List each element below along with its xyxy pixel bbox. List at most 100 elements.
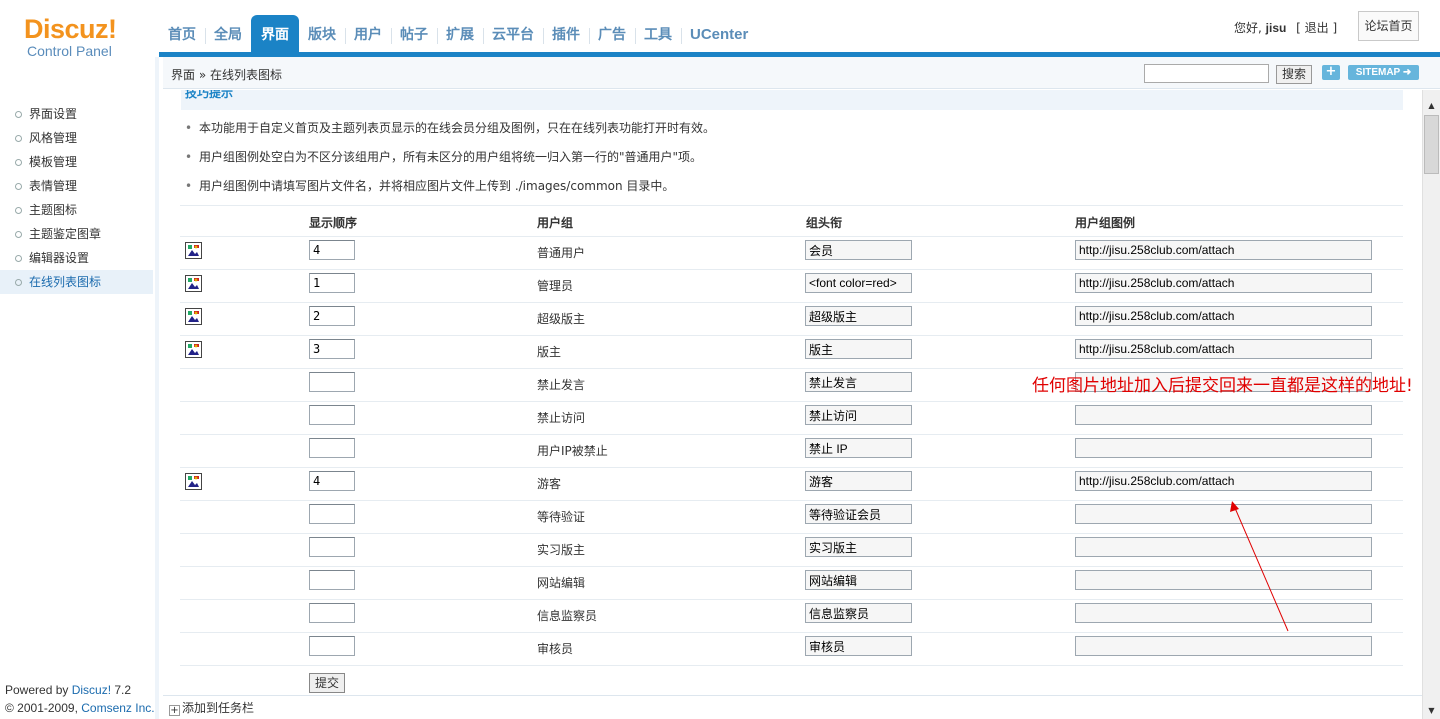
sidebar-item[interactable]: 主题鉴定图章 [0, 222, 153, 246]
logo[interactable]: Discuz! Control Panel [24, 16, 134, 60]
broken-image-icon [185, 275, 202, 292]
table-row: 普通用户 [163, 236, 1422, 269]
group-name: 禁止访问 [537, 411, 586, 425]
nav-tab[interactable]: 云平台 [483, 15, 543, 52]
breadcrumb: 界面 » 在线列表图标 [171, 68, 282, 82]
broken-image-icon [185, 473, 202, 490]
display-order-input[interactable] [309, 306, 355, 326]
sidebar-item[interactable]: 主题图标 [0, 198, 153, 222]
header-stars: 组头衔 [806, 216, 843, 230]
sidebar-item[interactable]: 风格管理 [0, 126, 153, 150]
display-order-input[interactable] [309, 603, 355, 623]
group-name: 禁止发言 [537, 378, 586, 392]
annotation-text: 任何图片地址加入后提交回来一直都是这样的地址! [1032, 376, 1413, 396]
display-order-input[interactable] [309, 537, 355, 557]
submit-button[interactable]: 提交 [309, 673, 345, 693]
group-title-field[interactable] [805, 273, 912, 293]
group-title-field[interactable] [805, 405, 912, 425]
nav-tab[interactable]: 首页 [159, 15, 205, 52]
display-order-input[interactable] [309, 570, 355, 590]
table-row: 用户IP被禁止 [163, 434, 1422, 467]
group-legend-input[interactable] [1075, 240, 1372, 260]
nav-tab[interactable]: 插件 [543, 15, 589, 52]
header: Discuz! Control Panel 首页 全局 界面 版块 用户 帖子 扩展 云平台插… [0, 0, 1440, 60]
forum-home-button[interactable]: 论坛首页 [1358, 11, 1419, 41]
sidebar-item[interactable]: 表情管理 [0, 174, 153, 198]
group-title-field[interactable] [805, 240, 912, 260]
sidebar-menu: 界面设置 风格管理 模板管理 表情管理 主题图标 主题鉴定图章 编辑器设置 在线列表图标 [0, 102, 153, 294]
nav-tab[interactable]: 广告 [589, 15, 635, 52]
display-order-input[interactable] [309, 504, 355, 524]
sidebar-item[interactable]: 界面设置 [0, 102, 153, 126]
group-title-field[interactable] [805, 570, 912, 590]
broken-image-icon [185, 341, 202, 358]
display-order-input[interactable] [309, 339, 355, 359]
group-title-field[interactable] [805, 537, 912, 557]
group-title-field[interactable] [805, 504, 912, 524]
group-legend-input[interactable] [1075, 306, 1372, 326]
add-shortcut-button[interactable]: + [1322, 65, 1340, 80]
copyright-text: © 2001-2009, [5, 701, 82, 715]
sidebar-item[interactable]: 模板管理 [0, 150, 153, 174]
nav-tab[interactable]: 工具 [635, 15, 681, 52]
group-title-field[interactable] [805, 306, 912, 326]
group-title-field[interactable] [805, 339, 912, 359]
display-order-input[interactable] [309, 273, 355, 293]
group-legend-input[interactable] [1075, 438, 1372, 458]
group-title-field[interactable] [805, 471, 912, 491]
scroll-down-icon[interactable]: ▼ [1423, 703, 1440, 719]
group-name: 信息监察员 [537, 609, 598, 623]
add-to-taskbar-label: 添加到任务栏 [182, 701, 255, 715]
add-to-taskbar[interactable]: + 添加到任务栏 [169, 699, 254, 716]
nav-tab[interactable]: 帖子 [391, 15, 437, 52]
group-legend-input[interactable] [1075, 504, 1372, 524]
group-legend-input[interactable] [1075, 471, 1372, 491]
display-order-input[interactable] [309, 438, 355, 458]
group-title-field[interactable] [805, 372, 912, 392]
group-legend-input[interactable] [1075, 537, 1372, 557]
vertical-scrollbar[interactable]: ▲ ▼ [1422, 90, 1440, 719]
scroll-up-icon[interactable]: ▲ [1423, 98, 1440, 114]
nav-tab[interactable]: 扩展 [437, 15, 483, 52]
nav-tab[interactable]: UCenter [681, 15, 757, 52]
nav-tab[interactable]: 界面 [251, 15, 299, 52]
group-legend-input[interactable] [1075, 405, 1372, 425]
search-button[interactable]: 搜索 [1276, 65, 1312, 84]
nav-tab[interactable]: 用户 [345, 15, 391, 52]
logout-link[interactable]: [ 退出 ] [1296, 21, 1337, 35]
nav-tab[interactable]: 版块 [299, 15, 345, 52]
group-title-field[interactable] [805, 438, 912, 458]
table-row: 版主 [163, 335, 1422, 368]
display-order-input[interactable] [309, 240, 355, 260]
search-input[interactable] [1144, 64, 1269, 83]
scroll-thumb[interactable] [1424, 115, 1439, 174]
group-legend-input[interactable] [1075, 636, 1372, 656]
divider [180, 205, 1403, 206]
group-legend-input[interactable] [1075, 273, 1372, 293]
discuz-link[interactable]: Discuz! [72, 683, 111, 697]
header-legend: 用户组图例 [1075, 216, 1136, 230]
display-order-input[interactable] [309, 636, 355, 656]
greeting: 您好, [1234, 21, 1262, 35]
tip-item: 用户组图例中请填写图片文件名，并将相应图片文件上传到 ./images/comm… [185, 178, 674, 194]
logo-text: Discuz! [24, 14, 117, 44]
group-legend-input[interactable] [1075, 570, 1372, 590]
display-order-input[interactable] [309, 372, 355, 392]
group-name: 游客 [537, 477, 562, 491]
sidebar-item[interactable]: 在线列表图标 [0, 270, 153, 294]
main-content: 技巧提示 本功能用于自定义首页及主题列表页显示的在线会员分组及图例，只在在线列表… [163, 90, 1422, 695]
display-order-input[interactable] [309, 405, 355, 425]
table-row: 实习版主 [163, 533, 1422, 566]
group-title-field[interactable] [805, 603, 912, 623]
sidebar-item[interactable]: 编辑器设置 [0, 246, 153, 270]
group-legend-input[interactable] [1075, 603, 1372, 623]
display-order-input[interactable] [309, 471, 355, 491]
powered-text: Powered by [5, 683, 72, 697]
group-legend-input[interactable] [1075, 339, 1372, 359]
group-title-field[interactable] [805, 636, 912, 656]
comsenz-link[interactable]: Comsenz Inc. [81, 701, 154, 715]
broken-image-icon [185, 242, 202, 259]
tip-item: 用户组图例处空白为不区分该组用户，所有未区分的用户组将统一归入第一行的"普通用户… [185, 149, 702, 165]
sitemap-button[interactable]: SITEMAP ➜ [1348, 65, 1419, 80]
nav-tab[interactable]: 全局 [205, 15, 251, 52]
